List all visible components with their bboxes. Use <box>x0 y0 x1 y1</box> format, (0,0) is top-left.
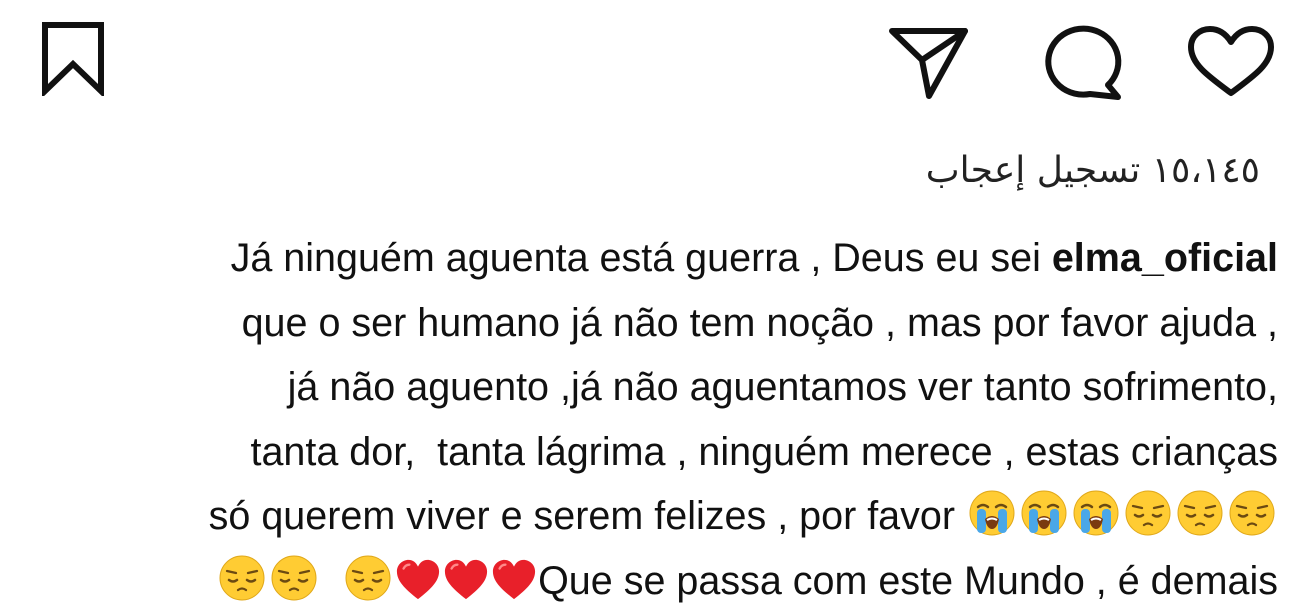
heart-outline-icon <box>1186 26 1276 98</box>
loudly-crying-face-emoji <box>1072 489 1120 537</box>
caption-line: só querem viver e serem felizes , por fa… <box>20 484 1278 549</box>
loudly-crying-face-emoji <box>1020 489 1068 537</box>
caption-line: tanta dor, tanta lágrima , ninguém merec… <box>20 420 1278 485</box>
comment-button[interactable] <box>1038 24 1124 102</box>
username-link[interactable]: elma_oficial <box>1052 236 1278 280</box>
red-heart-emoji <box>443 558 489 602</box>
pensive-face-emoji <box>344 554 392 602</box>
pensive-face-emoji <box>1124 489 1172 537</box>
caption-line: Já ninguém aguenta está guerra , Deus eu… <box>20 226 1278 291</box>
caption-text: só querem viver e serem felizes , por fa… <box>209 494 966 538</box>
pensive-face-emoji <box>270 554 318 602</box>
pensive-face-emoji <box>218 554 266 602</box>
paper-plane-icon <box>886 22 970 102</box>
pensive-face-emoji <box>1176 489 1224 537</box>
bookmark-icon <box>38 20 108 96</box>
post-caption: Já ninguém aguenta está guerra , Deus eu… <box>20 226 1278 613</box>
pensive-face-emoji <box>1228 489 1276 537</box>
likes-count[interactable]: ١٥،١٤٥ تسجيل إعجاب <box>926 150 1260 191</box>
loudly-crying-face-emoji <box>968 489 1016 537</box>
share-button[interactable] <box>886 22 970 102</box>
caption-text: Que se passa com este Mundo , é demais <box>538 559 1278 603</box>
red-heart-emoji <box>395 558 441 602</box>
speech-bubble-icon <box>1038 24 1124 102</box>
caption-text: Já ninguém aguenta está guerra , Deus eu… <box>231 236 1052 280</box>
caption-line: já não aguento ,já não aguentamos ver ta… <box>20 355 1278 420</box>
red-heart-emoji <box>491 558 537 602</box>
caption-line: Que se passa com este Mundo , é demais <box>20 549 1278 613</box>
caption-line: que o ser humano já não tem noção , mas … <box>20 291 1278 356</box>
post-action-bar <box>0 0 1290 130</box>
like-button[interactable] <box>1186 26 1276 98</box>
save-button[interactable] <box>38 20 108 96</box>
